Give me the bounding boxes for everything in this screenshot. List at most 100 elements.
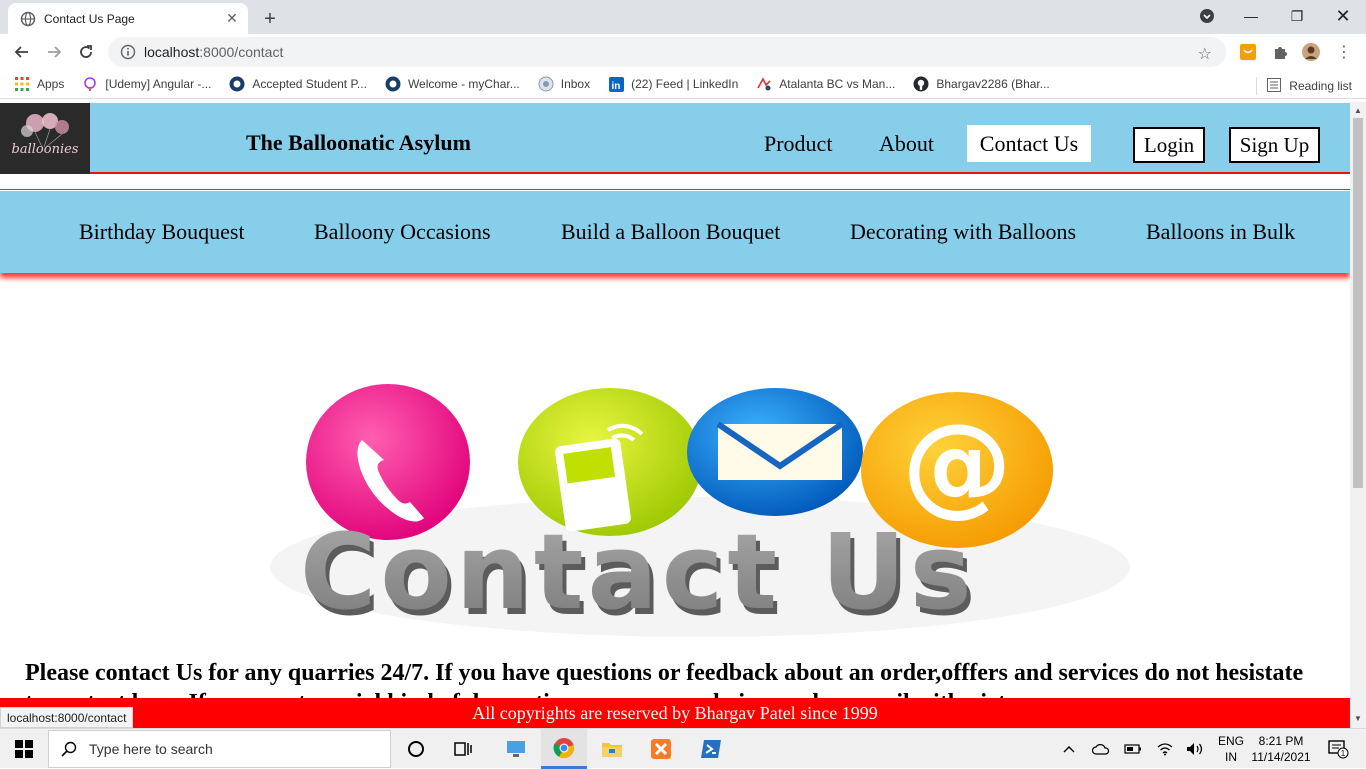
apps-grid-icon [14,76,30,92]
envelope-icon [687,388,863,516]
nav-product[interactable]: Product [764,131,832,157]
close-window-icon[interactable]: ✕ [1320,0,1366,32]
close-tab-icon[interactable]: ✕ [222,9,242,29]
category-birthday-bouquest[interactable]: Birthday Bouquest [79,219,245,245]
reading-list-button[interactable]: Reading list [1256,77,1352,95]
forward-icon[interactable] [40,38,68,66]
linkedin-icon: in [608,76,624,92]
category-balloony-occasions[interactable]: Balloony Occasions [314,219,491,245]
bookmark-mycharlotte[interactable]: Welcome - myChar... [385,76,520,92]
sports-icon [756,76,772,92]
cortana-icon[interactable] [396,729,436,769]
bookmark-apps[interactable]: Apps [14,76,64,92]
language-indicator[interactable]: ENG IN [1213,733,1249,765]
active-tab[interactable]: Contact Us Page ✕ [8,3,248,34]
xampp-icon[interactable] [638,729,684,769]
svg-text:in: in [611,81,620,92]
site-footer: All copyrights are reserved by Bhargav P… [0,698,1350,728]
svg-text:@: @ [902,400,1012,528]
volume-icon[interactable] [1184,729,1206,769]
extension-honey-icon[interactable] [1238,42,1258,62]
category-bulk[interactable]: Balloons in Bulk [1146,219,1295,245]
category-decorating[interactable]: Decorating with Balloons [850,219,1076,245]
bookmark-linkedin[interactable]: in (22) Feed | LinkedIn [608,76,738,92]
notifications-icon[interactable]: 1 [1318,729,1358,769]
nav-contact-active[interactable]: Contact Us [967,125,1091,162]
battery-icon[interactable] [1122,729,1144,769]
bookmarks-bar: Apps [Udemy] Angular -... Accepted Stude… [0,70,1366,99]
language-code: ENG [1217,734,1244,748]
scroll-up-icon[interactable]: ▲ [1354,106,1362,115]
category-build-bouquet[interactable]: Build a Balloon Bouquet [561,219,780,245]
divider [0,189,1350,190]
restore-icon[interactable]: ❐ [1274,0,1320,32]
category-nav: Birthday Bouquest Balloony Occasions Bui… [0,191,1350,273]
search-placeholder: Type here to search [89,741,213,757]
show-hidden-icons-icon[interactable] [1058,729,1080,769]
browser-menu-icon[interactable]: ⋮ [1334,42,1354,62]
notification-count: 1 [1341,749,1346,758]
search-icon [61,741,77,757]
bookmark-label: Bhargav2286 (Bhar... [936,77,1050,91]
reading-list-icon [1267,77,1282,95]
brand-name[interactable]: The Balloonatic Asylum [246,130,471,156]
nav-about[interactable]: About [879,131,934,157]
extensions-puzzle-icon[interactable] [1270,42,1290,62]
profile-avatar-icon[interactable] [1301,42,1321,62]
info-icon[interactable] [120,44,136,60]
page-scrollbar[interactable]: ▲ ▼ [1350,102,1366,728]
scroll-down-icon[interactable]: ▼ [1354,714,1362,723]
bookmark-label: Welcome - myChar... [407,77,520,91]
logo-text: balloonies [12,142,79,157]
tab-search-icon[interactable] [1184,0,1230,32]
signup-button[interactable]: Sign Up [1229,127,1320,163]
university-icon [229,76,245,92]
bookmark-udemy[interactable]: [Udemy] Angular -... [82,76,211,92]
udemy-icon [82,76,98,92]
divider [1256,77,1258,95]
clock-time: 8:21 PM [1258,734,1304,748]
task-view-icon[interactable] [443,729,483,769]
bookmark-label: [Udemy] Angular -... [105,77,212,91]
link-status-bubble: localhost:8000/contact [0,707,134,728]
windows-taskbar: Type here to search ENG IN 8:21 PM 11/14… [0,728,1366,769]
file-explorer-icon[interactable] [590,729,634,769]
clock-date: 11/14/2021 [1251,750,1311,764]
bookmark-inbox[interactable]: Inbox [538,76,590,92]
region-code: IN [1225,750,1237,764]
new-tab-icon[interactable]: + [258,7,282,31]
bookmark-label: Inbox [560,77,591,91]
bookmark-atalanta[interactable]: Atalanta BC vs Man... [756,76,895,92]
browser-toolbar: localhost:8000/contact ☆ ⋮ [0,34,1366,70]
scrollbar-thumb[interactable] [1353,118,1363,488]
bookmark-label: Apps [37,77,65,91]
back-icon[interactable] [8,38,36,66]
site-logo[interactable]: balloonies [0,103,90,174]
minimize-icon[interactable]: ― [1228,0,1274,32]
login-button[interactable]: Login [1133,127,1205,163]
mail-icon [538,76,554,92]
url-path: :8000/contact [199,44,284,60]
contact-us-hero-image: @ Contact Us Contact Us [270,384,1130,639]
university-icon [385,76,401,92]
hero-text: Contact Us [300,511,976,633]
reading-list-label: Reading list [1289,79,1352,93]
windows-start-icon[interactable] [0,729,48,769]
remote-desktop-icon[interactable] [494,729,538,769]
taskbar-search-input[interactable]: Type here to search [48,730,391,768]
chrome-taskbar-icon[interactable] [541,729,587,769]
clock[interactable]: 8:21 PM 11/14/2021 [1250,733,1312,765]
address-bar[interactable]: localhost:8000/contact ☆ [108,37,1226,67]
bookmark-star-icon[interactable]: ☆ [1198,44,1212,64]
site-header: balloonies The Balloonatic Asylum Produc… [0,103,1350,174]
reload-icon[interactable] [72,38,100,66]
powershell-icon[interactable] [688,729,734,769]
page-viewport: balloonies The Balloonatic Asylum Produc… [0,102,1350,728]
bookmark-label: Accepted Student P... [252,77,367,91]
bookmark-accepted-student[interactable]: Accepted Student P... [229,76,367,92]
tab-title: Contact Us Page [44,11,135,26]
onedrive-icon[interactable] [1090,729,1112,769]
bookmark-github[interactable]: Bhargav2286 (Bhar... [913,76,1050,92]
wifi-icon[interactable] [1154,729,1176,769]
github-icon [913,76,929,92]
